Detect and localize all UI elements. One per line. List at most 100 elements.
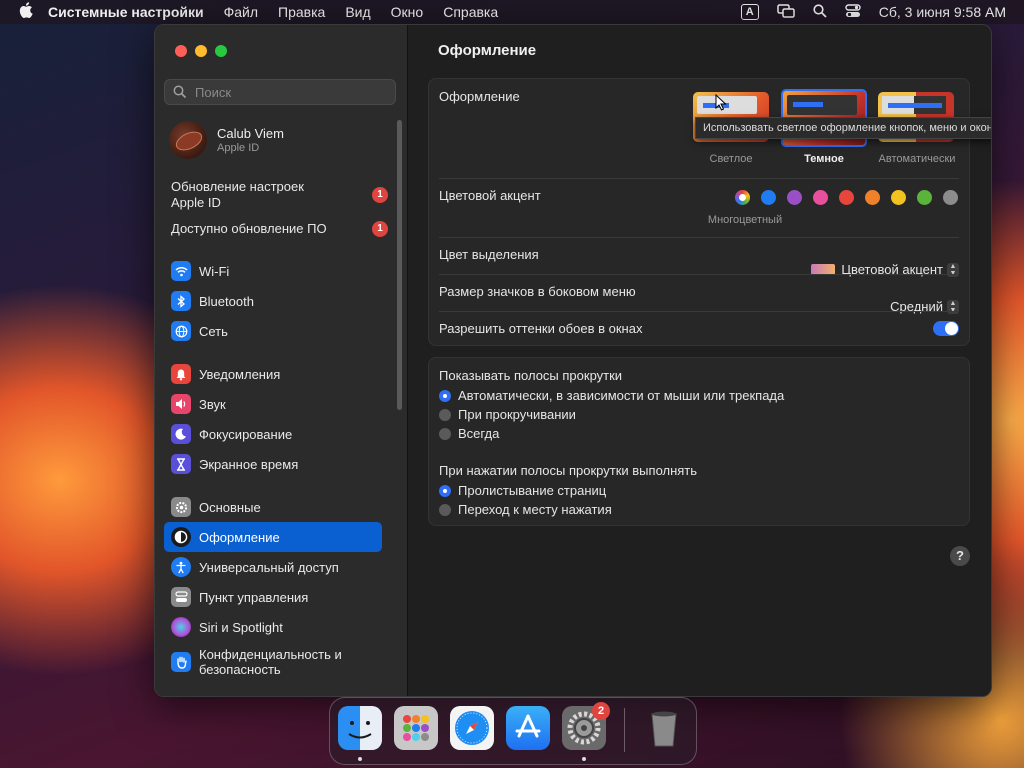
search-icon xyxy=(173,85,187,99)
scrollbars-group: Показывать полосы прокрутки Автоматическ… xyxy=(428,357,970,526)
tint-row: Разрешить оттенки обоев в окнах xyxy=(439,321,959,337)
minimize-button[interactable] xyxy=(195,45,207,57)
accent-purple-swatch[interactable] xyxy=(787,190,802,205)
update-badge: 1 xyxy=(372,187,388,203)
click-option-next-page[interactable]: Пролистывание страниц xyxy=(439,483,606,498)
control-center-icon xyxy=(171,587,191,607)
spotlight-search-icon[interactable] xyxy=(813,3,827,21)
radio-label: Автоматически, в зависимости от мыши или… xyxy=(458,388,785,403)
safari-icon[interactable] xyxy=(450,706,494,750)
sidebar: Calub Viem Apple ID Обновление настроек … xyxy=(155,25,408,696)
apple-menu-icon[interactable] xyxy=(16,2,36,22)
sidebar-item-label: Wi-Fi xyxy=(199,263,230,279)
page-title: Оформление xyxy=(438,42,537,59)
apple-id-profile[interactable]: Calub Viem Apple ID xyxy=(169,121,284,159)
sidebar-item-label: Оформление xyxy=(199,529,280,545)
sidebar-scrollbar[interactable] xyxy=(397,120,402,410)
scroll-option-auto[interactable]: Автоматически, в зависимости от мыши или… xyxy=(439,388,784,403)
sidebar-item-label: Основные xyxy=(199,499,261,515)
input-source-icon[interactable]: A xyxy=(740,4,759,20)
close-button[interactable] xyxy=(175,45,187,57)
appearance-panel: Оформление Оформление Светлое Темное Авт… xyxy=(408,25,991,696)
search-field[interactable] xyxy=(164,79,396,105)
divider xyxy=(439,311,959,312)
sidebar-item-wifi[interactable]: Wi-Fi xyxy=(164,256,382,286)
control-center-icon[interactable] xyxy=(845,3,861,21)
avatar xyxy=(169,121,207,159)
accent-green-swatch[interactable] xyxy=(917,190,932,205)
speaker-icon xyxy=(171,394,191,414)
sidebar-item-network[interactable]: Сеть xyxy=(164,316,382,346)
sidebar-item-control-center[interactable]: Пункт управления xyxy=(164,582,382,612)
sidebar-item-label: Фокусирование xyxy=(199,426,293,442)
accent-pink-swatch[interactable] xyxy=(813,190,828,205)
radio-label: Всегда xyxy=(458,426,500,441)
profile-subtitle: Apple ID xyxy=(217,142,260,154)
bluetooth-icon xyxy=(171,291,191,311)
accent-orange-swatch[interactable] xyxy=(865,190,880,205)
sidebar-item-bluetooth[interactable]: Bluetooth xyxy=(164,286,382,316)
click-option-jump[interactable]: Переход к месту нажатия xyxy=(439,502,612,517)
radio xyxy=(439,503,451,516)
menu-view[interactable]: Вид xyxy=(345,4,370,20)
radio-selected xyxy=(439,389,451,402)
globe-icon xyxy=(171,321,191,341)
menu-window[interactable]: Окно xyxy=(391,4,424,20)
accent-blue-swatch[interactable] xyxy=(761,190,776,205)
sidebar-item-label: Пункт управления xyxy=(199,589,309,605)
sidebar-item-privacy[interactable]: Конфиденциальность и безопасность xyxy=(164,645,382,679)
sidebar-item-general[interactable]: Основные xyxy=(164,492,382,522)
scroll-option-scrolling[interactable]: При прокручивании xyxy=(439,407,576,422)
update-apple-id[interactable]: Обновление настроек Apple ID 1 xyxy=(171,179,396,211)
sidebar-item-label: Bluetooth xyxy=(199,293,254,309)
launchpad-icon[interactable] xyxy=(394,706,438,750)
fullscreen-button[interactable] xyxy=(215,45,227,57)
screen-mirroring-icon[interactable] xyxy=(777,3,795,21)
sidebar-item-label: Универсальный доступ xyxy=(199,559,339,575)
sidebar-item-label: Экранное время xyxy=(199,456,299,472)
settings-window: Calub Viem Apple ID Обновление настроек … xyxy=(154,24,992,697)
divider xyxy=(439,237,959,238)
menu-help[interactable]: Справка xyxy=(443,4,498,20)
running-indicator xyxy=(358,757,362,761)
accent-caption: Многоцветный xyxy=(707,214,783,226)
radio-label: При прокручивании xyxy=(458,407,576,422)
siri-icon xyxy=(171,617,191,637)
radio-selected xyxy=(439,484,451,497)
sidebar-item-sound[interactable]: Звук xyxy=(164,389,382,419)
scroll-option-always[interactable]: Всегда xyxy=(439,426,499,441)
app-store-icon[interactable] xyxy=(506,706,550,750)
gear-icon xyxy=(171,497,191,517)
menu-file[interactable]: Файл xyxy=(224,4,258,20)
tint-toggle[interactable] xyxy=(933,321,959,336)
sidebar-item-label: Уведомления xyxy=(199,366,281,382)
sidebar-item-siri[interactable]: Siri и Spotlight xyxy=(164,612,382,642)
accent-red-swatch[interactable] xyxy=(839,190,854,205)
sidebar-item-notifications[interactable]: Уведомления xyxy=(164,359,382,389)
accent-graphite-swatch[interactable] xyxy=(943,190,958,205)
search-input[interactable] xyxy=(193,83,387,101)
finder-icon[interactable] xyxy=(338,706,382,750)
update-software[interactable]: Доступно обновление ПО 1 xyxy=(171,221,396,237)
radio-label: Переход к месту нажатия xyxy=(458,502,612,517)
help-button[interactable]: ? xyxy=(950,546,970,566)
menu-edit[interactable]: Правка xyxy=(278,4,325,20)
accent-yellow-swatch[interactable] xyxy=(891,190,906,205)
sidebar-item-screen-time[interactable]: Экранное время xyxy=(164,449,382,479)
sidebar-item-accessibility[interactable]: Универсальный доступ xyxy=(164,552,382,582)
menu-clock[interactable]: Сб, 3 июня 9:58 AM xyxy=(879,4,1006,20)
trash-icon[interactable] xyxy=(642,706,686,750)
accessibility-icon xyxy=(171,557,191,577)
appearance-dark-label: Темное xyxy=(804,153,844,165)
sidebar-item-label: Звук xyxy=(199,396,226,412)
menu-app-name[interactable]: Системные настройки xyxy=(48,4,204,20)
dock: 2 xyxy=(329,697,697,765)
appearance-auto-label: Автоматически xyxy=(878,153,956,165)
appearance-light-label: Светлое xyxy=(709,153,753,165)
divider xyxy=(439,274,959,275)
sidebar-item-appearance[interactable]: Оформление xyxy=(164,522,382,552)
menu-bar: Системные настройки Файл Правка Вид Окно… xyxy=(0,0,1024,24)
accent-multicolor-swatch[interactable] xyxy=(735,190,750,205)
update-badge: 1 xyxy=(372,221,388,237)
sidebar-item-focus[interactable]: Фокусирование xyxy=(164,419,382,449)
